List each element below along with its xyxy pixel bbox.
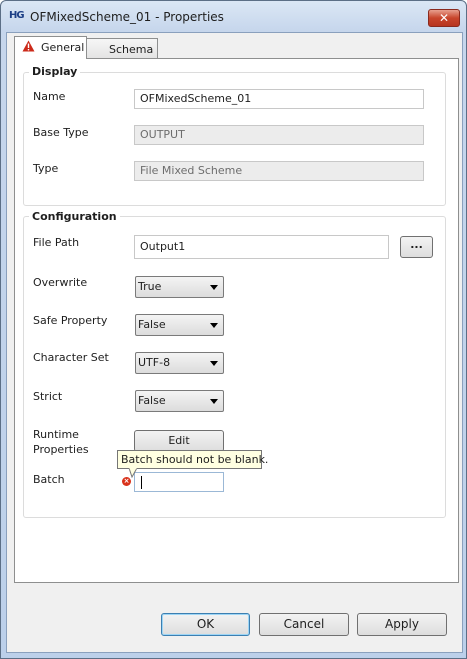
window-title: OFMixedScheme_01 - Properties — [30, 10, 224, 24]
text-caret — [141, 476, 142, 489]
type-field: File Mixed Scheme — [134, 161, 424, 181]
batch-label: Batch — [33, 473, 65, 486]
character-set-label: Character Set — [33, 351, 109, 364]
configuration-group-title: Configuration — [29, 210, 120, 223]
chevron-down-icon — [210, 399, 218, 404]
strict-select[interactable]: False — [135, 390, 224, 412]
strict-value: False — [138, 394, 166, 407]
browse-button[interactable]: ... — [400, 236, 433, 258]
chevron-down-icon — [210, 361, 218, 366]
overwrite-select[interactable]: True — [135, 276, 224, 298]
chevron-down-icon — [210, 323, 218, 328]
batch-input[interactable] — [134, 472, 224, 492]
cancel-button[interactable]: Cancel — [259, 613, 349, 636]
safe-property-value: False — [138, 318, 166, 331]
close-button[interactable]: ✕ — [428, 9, 460, 27]
character-set-value: UTF-8 — [138, 356, 171, 369]
configuration-group — [23, 216, 446, 518]
tab-schema[interactable]: Schema — [86, 38, 158, 59]
type-label: Type — [33, 162, 59, 175]
base-type-field: OUTPUT — [134, 125, 424, 145]
overwrite-value: True — [138, 280, 162, 293]
close-icon: ✕ — [438, 11, 450, 25]
warning-icon — [22, 40, 35, 52]
name-label: Name — [33, 90, 66, 103]
tab-general[interactable]: General — [14, 36, 87, 59]
display-group-title: Display — [29, 65, 81, 78]
name-input[interactable]: OFMixedScheme_01 — [134, 89, 424, 109]
runtime-label-line1: Runtime — [33, 428, 79, 441]
character-set-select[interactable]: UTF-8 — [135, 352, 224, 374]
file-path-input[interactable]: Output1 — [134, 235, 389, 259]
tab-schema-label: Schema — [109, 43, 154, 56]
runtime-label-line2: Properties — [33, 443, 89, 456]
app-icon: HG — [9, 10, 25, 21]
safe-property-select[interactable]: False — [135, 314, 224, 336]
strict-label: Strict — [33, 390, 63, 403]
runtime-properties-edit-button[interactable]: Edit — [134, 430, 224, 452]
error-icon: × — [122, 477, 131, 486]
tooltip-tail — [128, 468, 138, 478]
title-bar[interactable]: HG OFMixedScheme_01 - Properties ✕ — [0, 0, 467, 32]
chevron-down-icon — [210, 285, 218, 290]
tab-general-label: General — [41, 41, 85, 54]
error-tooltip: Batch should not be blank. — [117, 450, 268, 469]
apply-button[interactable]: Apply — [357, 613, 447, 636]
file-path-label: File Path — [33, 236, 80, 249]
ok-button[interactable]: OK — [161, 613, 250, 636]
overwrite-label: Overwrite — [33, 276, 88, 289]
base-type-label: Base Type — [33, 126, 89, 139]
safe-property-label: Safe Property — [33, 314, 108, 327]
